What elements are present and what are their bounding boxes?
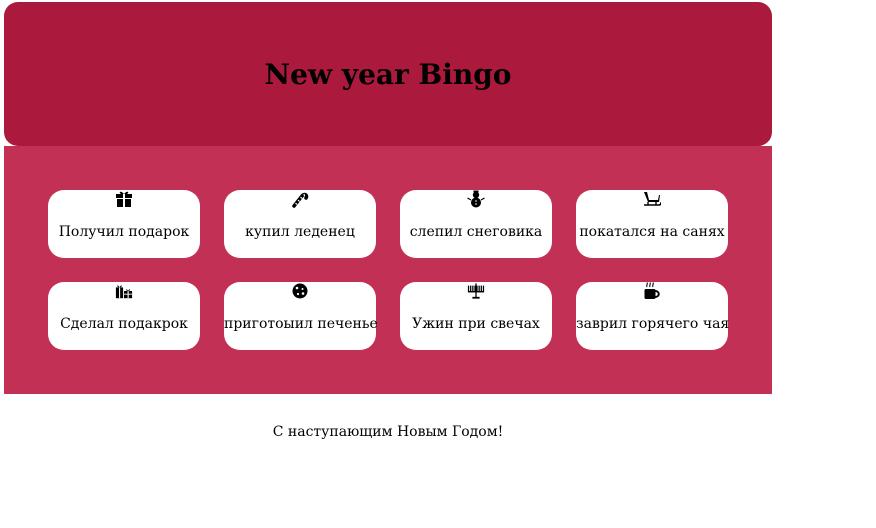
bingo-cell-gift[interactable]: Получил подарок	[48, 190, 200, 258]
bingo-cell-label: слепил снеговика	[409, 224, 543, 240]
bingo-cell-mug[interactable]: заврил горячего чая	[576, 282, 730, 350]
sleigh-icon	[576, 190, 728, 208]
bingo-cell-sleigh[interactable]: покатался на санях	[576, 190, 728, 258]
bingo-cell-label: Сделал подакрок	[60, 316, 188, 332]
bingo-cell-candy-cane[interactable]: купил леденец	[224, 190, 376, 258]
footer-greeting: С наступающим Новым Годом!	[272, 424, 504, 440]
mug-hot-icon	[576, 282, 728, 300]
gift-icon	[48, 190, 200, 208]
bingo-cell-menorah[interactable]: Ужин при свечах	[400, 282, 552, 350]
cookie-icon	[224, 282, 376, 300]
bingo-cell-label: приготоыил печенье	[224, 316, 378, 332]
bingo-cell-cookie[interactable]: приготоыил печенье	[224, 282, 378, 350]
snowman-icon	[400, 190, 552, 208]
page-header: New year Bingo	[4, 2, 772, 146]
bingo-cell-label: заврил горячего чая	[576, 316, 730, 332]
bingo-grid: Получил подарок купил леденец слепил сне…	[48, 190, 730, 350]
gifts-icon	[48, 282, 200, 300]
bingo-cell-label: Получил подарок	[58, 224, 190, 240]
page-title: New year Bingo	[264, 57, 512, 91]
bingo-cell-label: купил леденец	[245, 224, 355, 240]
bingo-cell-gifts[interactable]: Сделал подакрок	[48, 282, 200, 350]
bingo-cell-snowman[interactable]: слепил снеговика	[400, 190, 552, 258]
bingo-cell-label: Ужин при свечах	[412, 316, 540, 332]
menorah-icon	[400, 282, 552, 300]
candy-cane-icon	[224, 190, 376, 208]
bingo-cell-label: покатался на санях	[579, 224, 725, 240]
bingo-board: Получил подарок купил леденец слепил сне…	[4, 146, 772, 394]
